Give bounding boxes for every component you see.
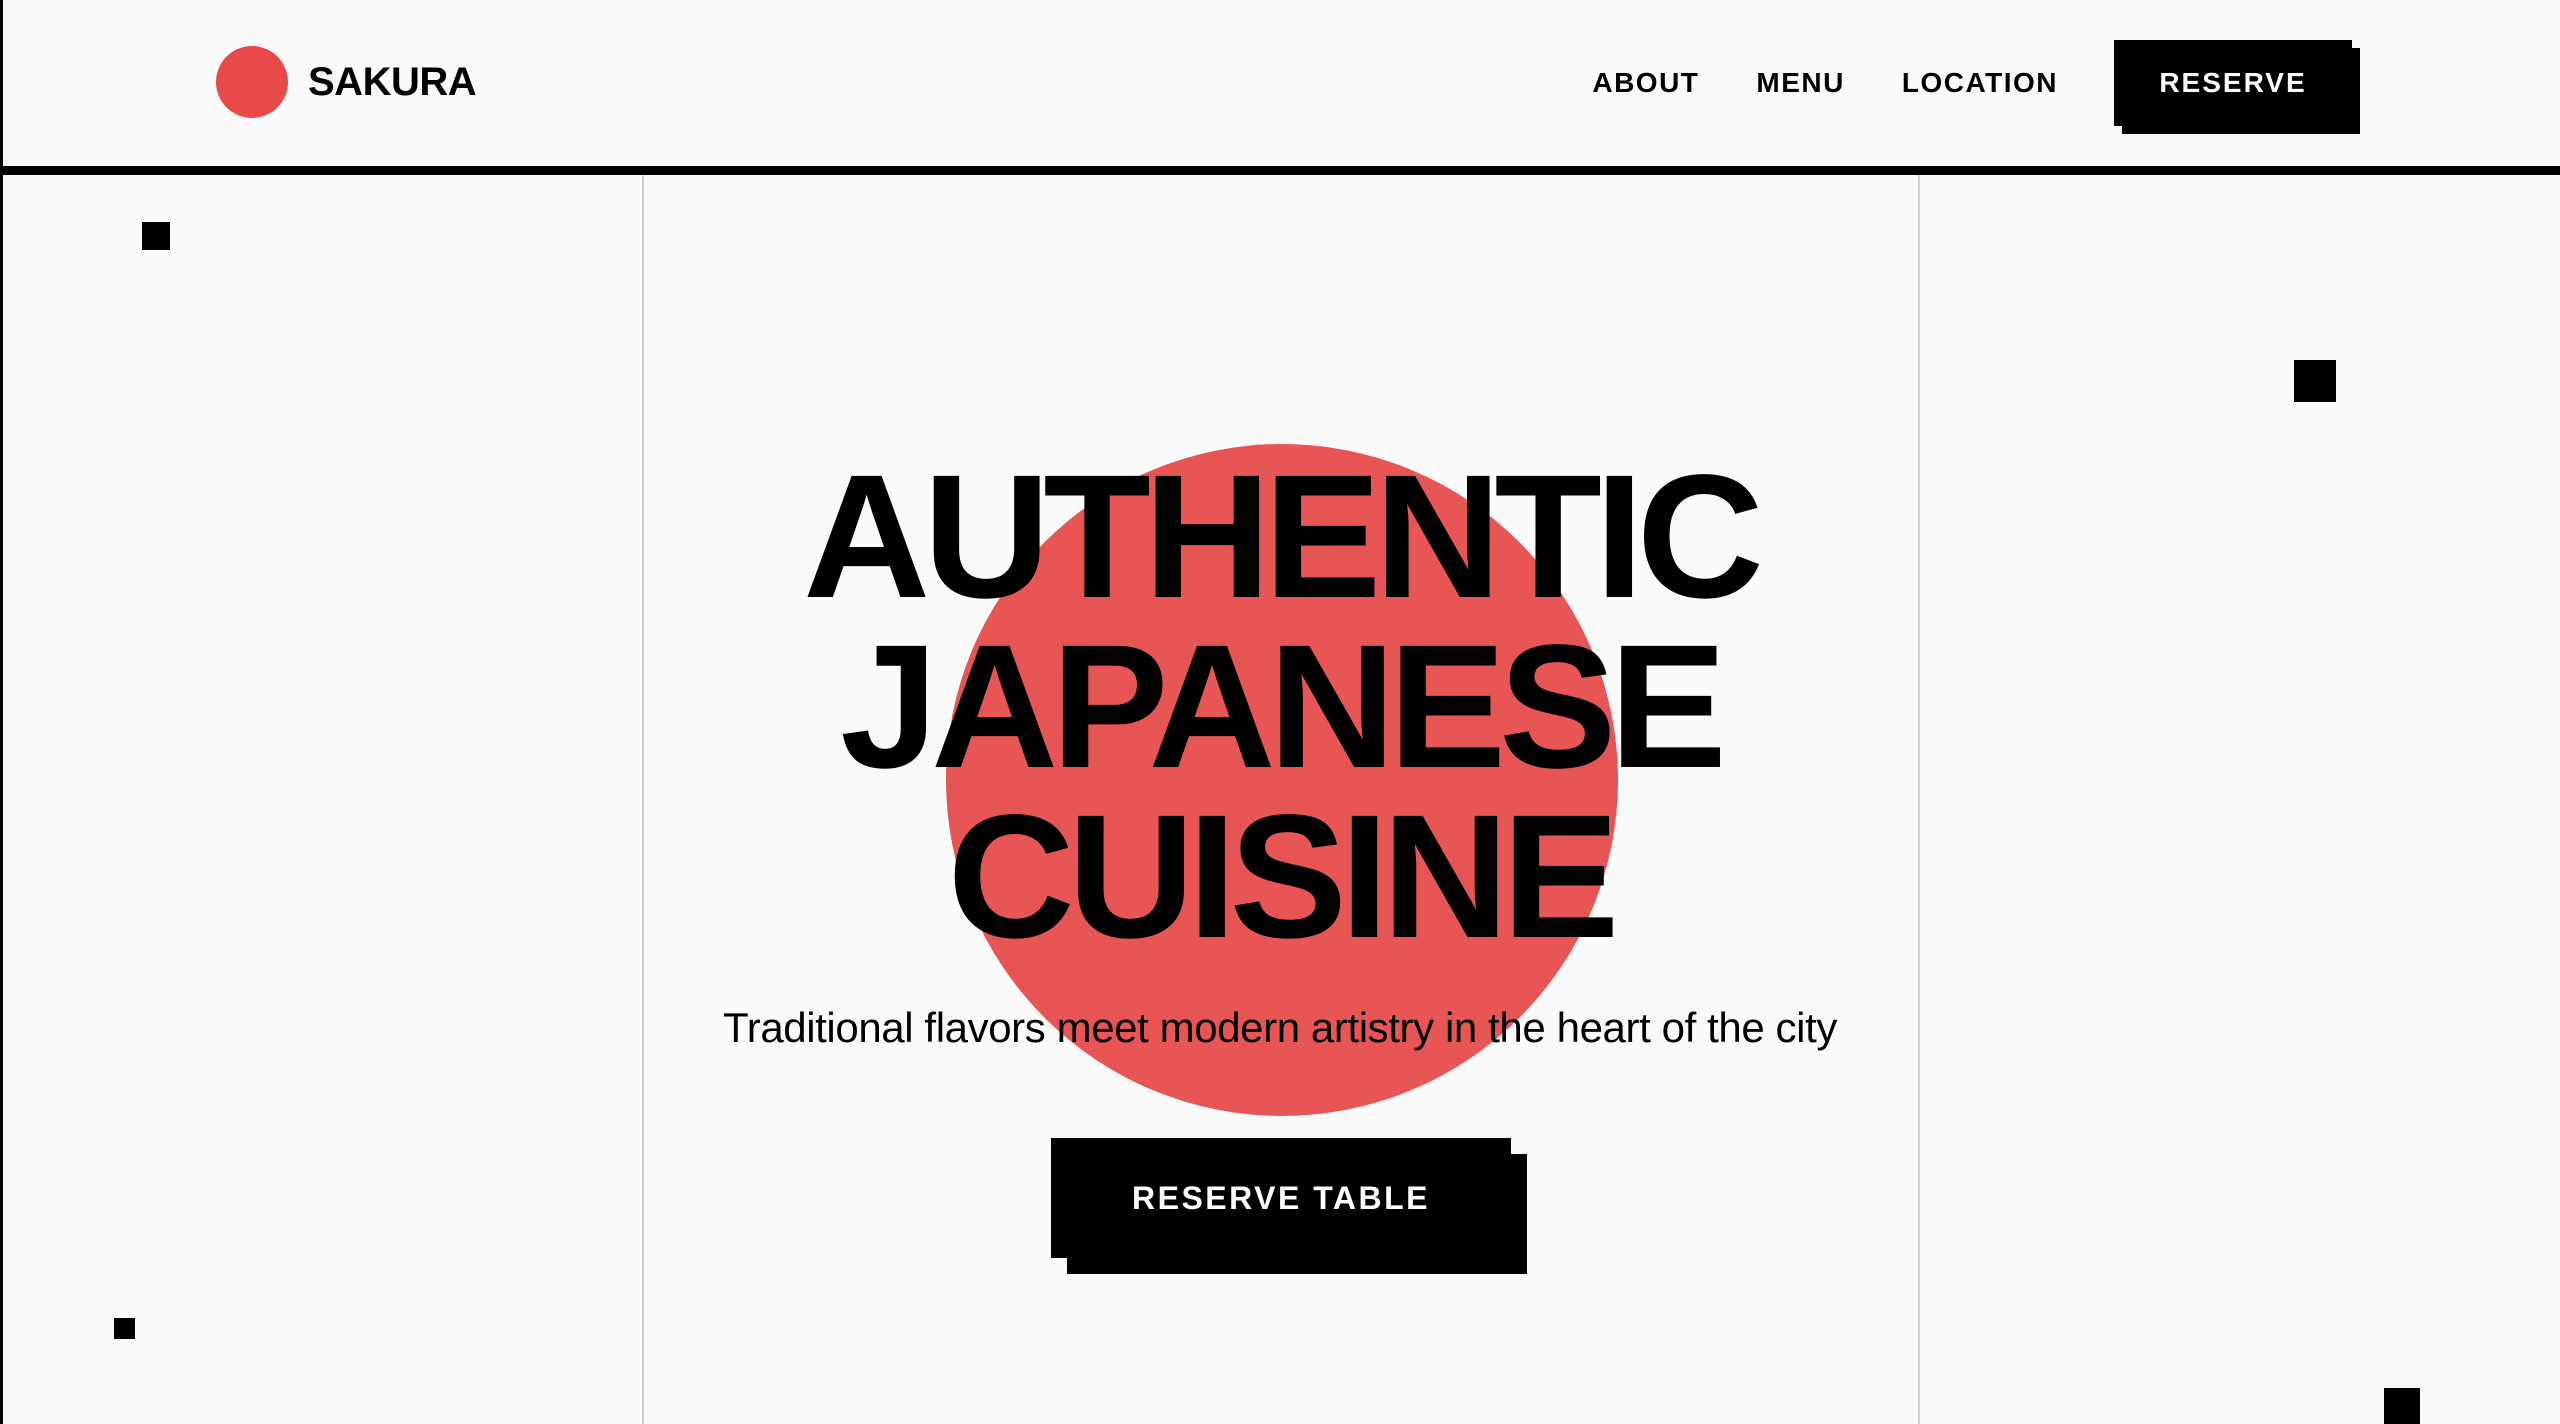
- page: SAKURA ABOUT MENU LOCATION RESERVE AUTHE…: [0, 0, 2560, 1424]
- reserve-button-label: RESERVE: [2114, 40, 2352, 126]
- brand-name: SAKURA: [308, 59, 477, 104]
- hero-title-line: AUTHENTIC: [803, 439, 1764, 635]
- decorative-square: [2294, 360, 2336, 402]
- reserve-table-button-label: RESERVE TABLE: [1051, 1138, 1511, 1258]
- main-nav: ABOUT MENU LOCATION RESERVE: [1592, 40, 2360, 134]
- nav-link-about[interactable]: ABOUT: [1592, 41, 1699, 125]
- hero-title: AUTHENTIC JAPANESE CUISINE: [0, 439, 2560, 975]
- brand-logo-link[interactable]: SAKURA: [216, 46, 477, 118]
- hero-subtitle: Traditional flavors meet modern artistry…: [723, 1004, 1837, 1051]
- sun-logo-icon: [216, 46, 288, 118]
- decorative-square: [2384, 1388, 2420, 1424]
- decorative-square: [114, 1318, 135, 1339]
- cta-container: RESERVE TABLE: [1051, 1138, 1527, 1274]
- hero-title-line: JAPANESE: [840, 609, 1727, 805]
- hero-title-line: CUISINE: [947, 779, 1620, 975]
- site-header: SAKURA ABOUT MENU LOCATION RESERVE: [0, 0, 2560, 168]
- decorative-square: [142, 222, 170, 250]
- reserve-table-button[interactable]: RESERVE TABLE: [1051, 1138, 1527, 1274]
- nav-link-location[interactable]: LOCATION: [1902, 41, 2058, 125]
- reserve-button[interactable]: RESERVE: [2114, 40, 2360, 134]
- header-divider: [0, 166, 2560, 175]
- nav-link-menu[interactable]: MENU: [1756, 41, 1844, 125]
